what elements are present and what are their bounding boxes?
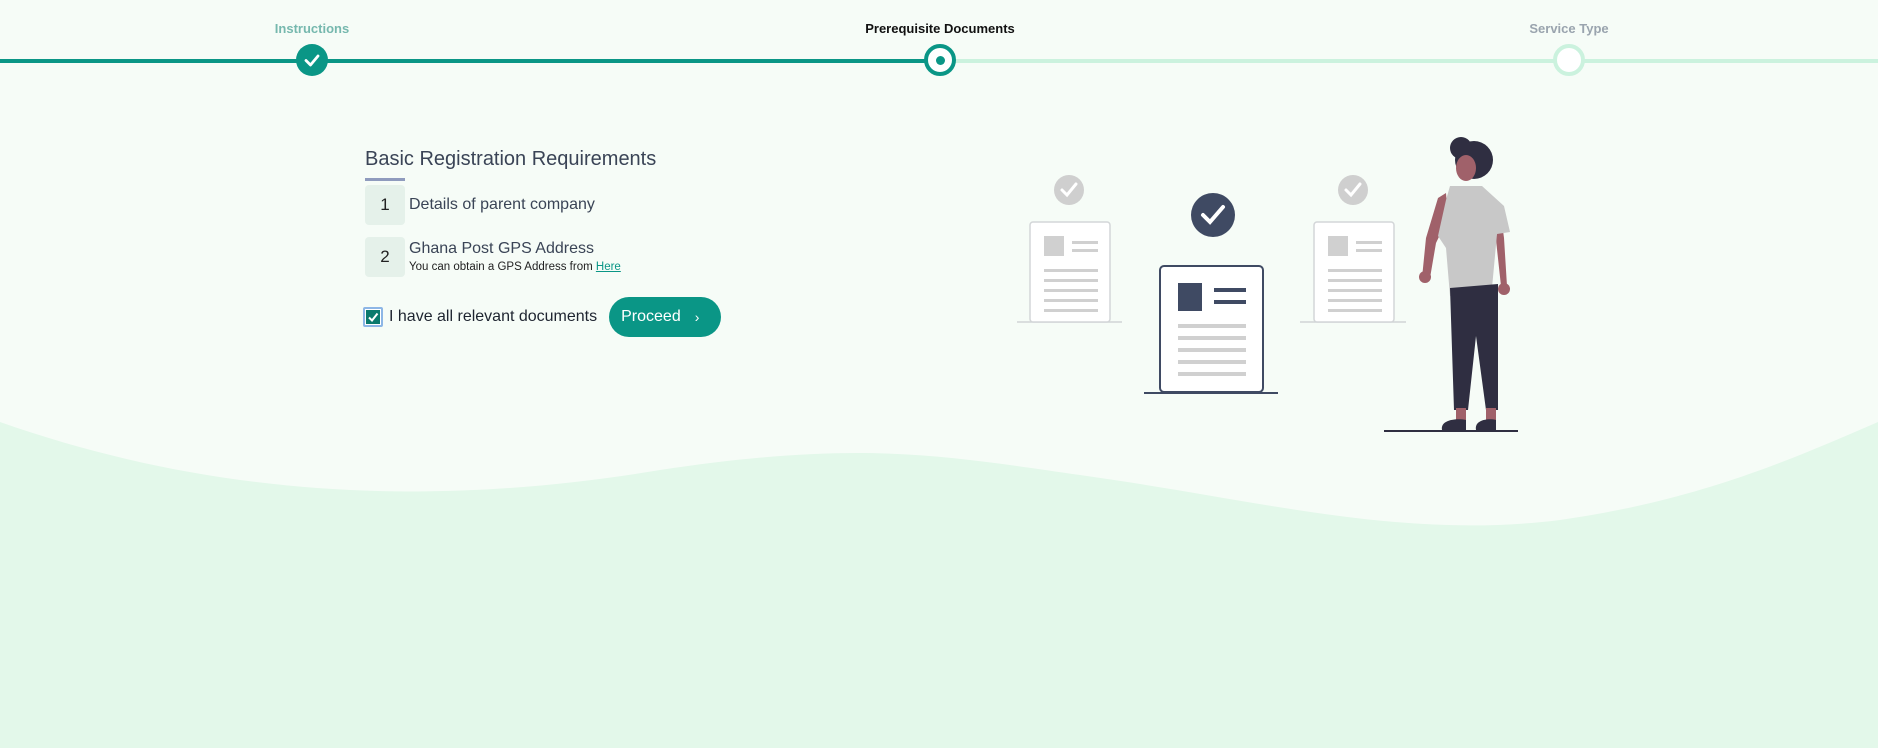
- requirements-title: Basic Registration Requirements: [365, 148, 657, 170]
- step-label-instructions[interactable]: Instructions: [275, 21, 349, 36]
- gps-hint-text: You can obtain a GPS Address from: [409, 261, 593, 273]
- left-document-icon: [1017, 175, 1122, 323]
- requirement-item: 2 Ghana Post GPS Address You can obtain …: [365, 237, 785, 277]
- right-document-icon: [1300, 175, 1406, 323]
- requirement-item: 1 Details of parent company: [365, 185, 785, 225]
- chevron-right-icon: ›: [694, 309, 700, 325]
- requirement-text: Details of parent company: [409, 196, 595, 213]
- step-label-prerequisite-documents[interactable]: Prerequisite Documents: [865, 21, 1015, 36]
- step-label-service-type[interactable]: Service Type: [1529, 21, 1608, 36]
- person-illustration: [1384, 137, 1518, 432]
- stepper-track-pending: [940, 59, 1878, 63]
- requirements-panel: Basic Registration Requirements 1 Detail…: [363, 146, 785, 337]
- proceed-label: Proceed: [621, 308, 681, 325]
- documents-checkbox-label[interactable]: I have all relevant documents: [389, 308, 597, 326]
- middle-document-icon: [1144, 193, 1278, 394]
- requirement-text: Ghana Post GPS Address: [409, 240, 594, 257]
- step-instructions-check-icon[interactable]: [296, 44, 328, 76]
- stepper-track-completed: [0, 59, 940, 63]
- confirm-row: I have all relevant documents Proceed ›: [363, 297, 785, 337]
- step-current-indicator-icon[interactable]: [924, 44, 956, 76]
- proceed-button[interactable]: Proceed ›: [609, 297, 722, 337]
- documents-checkbox[interactable]: [363, 307, 383, 327]
- requirement-number: 2: [365, 237, 405, 277]
- requirement-subtext: You can obtain a GPS Address from Here: [409, 261, 621, 273]
- gps-address-link[interactable]: Here: [596, 261, 621, 273]
- background-wave: [0, 422, 1878, 748]
- title-underline: [365, 178, 405, 181]
- step-pending-indicator-icon[interactable]: [1553, 44, 1585, 76]
- checkmark-icon: [368, 312, 379, 323]
- documents-illustration: [1017, 137, 1518, 432]
- requirement-number: 1: [365, 185, 405, 225]
- progress-stepper: Instructions Prerequisite Documents Serv…: [0, 0, 1878, 80]
